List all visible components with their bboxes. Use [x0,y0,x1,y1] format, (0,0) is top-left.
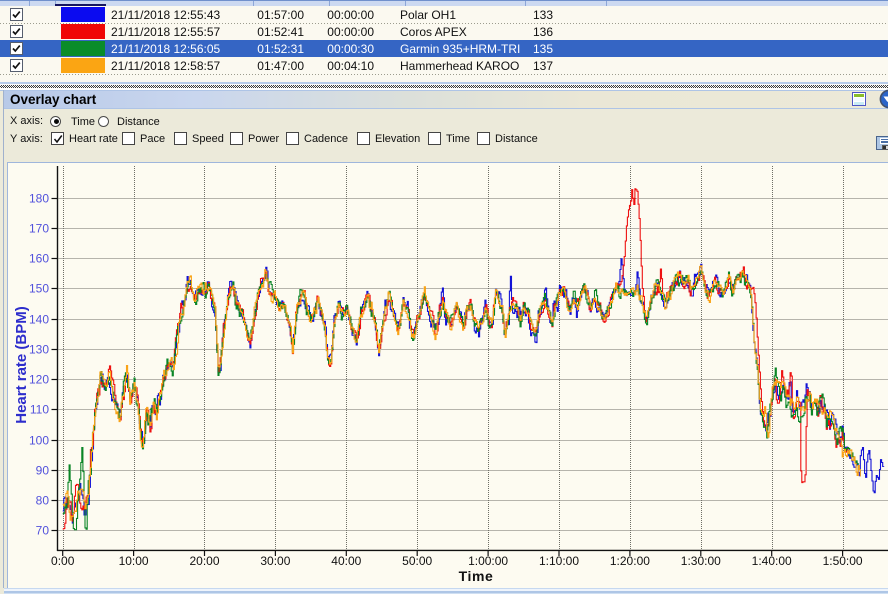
svg-text:0:00: 0:00 [51,554,75,568]
svg-text:40:00: 40:00 [331,554,361,568]
svg-text:100: 100 [29,434,49,448]
svg-text:180: 180 [29,192,49,206]
svg-text:130: 130 [29,343,49,357]
svg-text:140: 140 [29,313,49,327]
svg-text:70: 70 [36,524,50,538]
svg-text:1:00:00: 1:00:00 [468,554,508,568]
svg-text:1:20:00: 1:20:00 [610,554,650,568]
svg-text:120: 120 [29,373,49,387]
svg-text:80: 80 [36,494,50,508]
svg-text:Time: Time [459,568,494,584]
svg-text:30:00: 30:00 [260,554,290,568]
svg-text:160: 160 [29,252,49,266]
svg-text:10:00: 10:00 [119,554,149,568]
svg-text:1:10:00: 1:10:00 [539,554,579,568]
svg-text:Heart rate (BPM): Heart rate (BPM) [13,306,30,424]
svg-text:110: 110 [30,403,49,417]
svg-text:50:00: 50:00 [402,554,432,568]
svg-text:90: 90 [36,464,50,478]
svg-text:1:50:00: 1:50:00 [823,554,863,568]
svg-text:20:00: 20:00 [189,554,219,568]
svg-text:1:40:00: 1:40:00 [752,554,792,568]
svg-text:150: 150 [29,282,49,296]
svg-text:170: 170 [29,222,49,236]
svg-text:1:30:00: 1:30:00 [681,554,721,568]
